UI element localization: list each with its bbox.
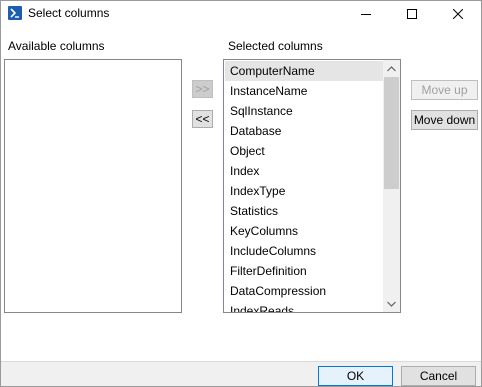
available-columns-label: Available columns: [8, 39, 105, 53]
close-button[interactable]: [435, 1, 481, 27]
list-item[interactable]: SqlInstance: [225, 101, 383, 121]
list-item[interactable]: Object: [225, 141, 383, 161]
selected-list-scrollbar[interactable]: [383, 60, 400, 312]
list-item[interactable]: IndexReads: [225, 301, 383, 312]
window-title: Select columns: [28, 6, 110, 20]
chevron-up-icon: [387, 65, 396, 71]
chevron-down-icon: [387, 301, 396, 307]
maximize-icon: [407, 9, 417, 19]
list-item[interactable]: FilterDefinition: [225, 261, 383, 281]
title-bar[interactable]: Select columns: [1, 1, 481, 27]
list-item[interactable]: Statistics: [225, 201, 383, 221]
scroll-thumb[interactable]: [384, 77, 399, 189]
minimize-icon: [361, 14, 371, 15]
selected-columns-label: Selected columns: [228, 39, 323, 53]
scroll-up-arrow[interactable]: [383, 60, 400, 77]
ok-button[interactable]: OK: [318, 366, 393, 386]
select-columns-dialog: Select columns Available columns >> << S…: [0, 0, 482, 387]
dialog-body: Available columns >> << Selected columns…: [1, 27, 481, 361]
dialog-footer: OK Cancel: [1, 361, 481, 386]
scroll-down-arrow[interactable]: [383, 295, 400, 312]
move-up-button[interactable]: Move up: [411, 80, 478, 100]
list-item[interactable]: InstanceName: [225, 81, 383, 101]
remove-column-button[interactable]: <<: [192, 110, 213, 128]
cancel-button[interactable]: Cancel: [401, 366, 476, 386]
add-column-button[interactable]: >>: [192, 80, 213, 98]
available-columns-list[interactable]: [4, 59, 182, 313]
powershell-icon: [8, 6, 22, 20]
move-down-button[interactable]: Move down: [411, 110, 478, 130]
list-item[interactable]: IndexType: [225, 181, 383, 201]
list-item[interactable]: DataCompression: [225, 281, 383, 301]
list-item[interactable]: IncludeColumns: [225, 241, 383, 261]
selected-columns-list[interactable]: ComputerName InstanceName SqlInstance Datab…: [223, 59, 401, 313]
list-item[interactable]: Index: [225, 161, 383, 181]
close-icon: [453, 9, 463, 19]
minimize-button[interactable]: [343, 1, 389, 27]
maximize-button[interactable]: [389, 1, 435, 27]
list-item[interactable]: KeyColumns: [225, 221, 383, 241]
list-item[interactable]: Database: [225, 121, 383, 141]
list-item[interactable]: ComputerName: [225, 61, 383, 81]
